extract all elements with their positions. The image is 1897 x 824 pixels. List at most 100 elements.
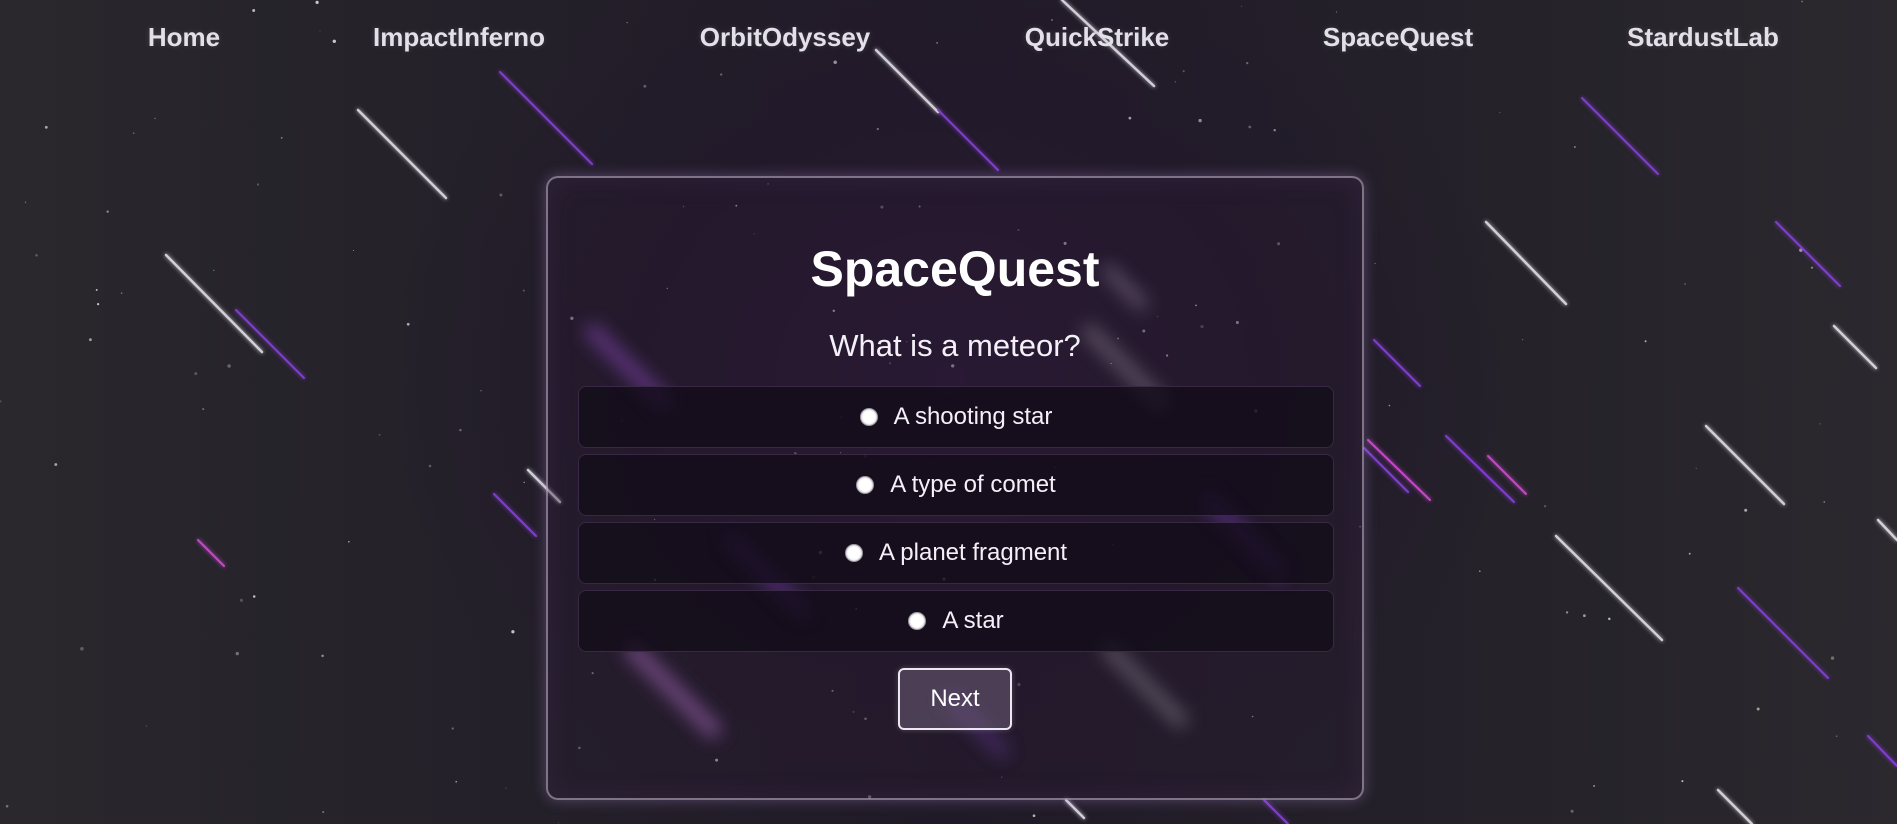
star: [24, 201, 27, 203]
star: [406, 322, 410, 326]
star: [1819, 423, 1821, 425]
meteor-streak: [1484, 220, 1568, 306]
star: [89, 338, 92, 342]
meteor-streak: [1487, 455, 1527, 495]
star: [523, 481, 525, 484]
star: [239, 598, 244, 602]
star: [1695, 467, 1697, 470]
star: [133, 132, 135, 134]
meteor-streak: [1716, 788, 1754, 824]
top-nav: Home ImpactInferno OrbitOdyssey QuickStr…: [0, 0, 1897, 78]
star: [35, 254, 38, 257]
star: [451, 727, 454, 730]
star: [1810, 266, 1814, 269]
star: [321, 654, 324, 658]
star: [1744, 508, 1748, 512]
star: [1543, 505, 1547, 508]
star: [1128, 116, 1132, 120]
star: [120, 292, 123, 294]
meteor-streak: [1263, 799, 1289, 824]
meteor-streak: [235, 309, 305, 379]
star: [54, 463, 58, 466]
star: [378, 433, 381, 436]
question-text: What is a meteor?: [829, 328, 1081, 363]
star: [1573, 146, 1576, 148]
star: [154, 117, 156, 120]
star: [1688, 552, 1691, 555]
star: [558, 822, 560, 824]
meteor-streak: [197, 539, 225, 567]
star: [480, 390, 482, 392]
nav-link-impactinferno[interactable]: ImpactInferno: [373, 22, 545, 53]
meteor-streak: [1775, 221, 1841, 287]
meteor-streak: [1867, 735, 1897, 767]
star: [145, 725, 148, 727]
star: [235, 651, 239, 656]
meteor-streak: [1581, 97, 1659, 175]
answer-option-label: A shooting star: [893, 403, 1053, 430]
star: [459, 428, 462, 432]
answer-option-comet[interactable]: A type of comet: [578, 454, 1334, 516]
answer-option-label: A star: [942, 607, 1004, 634]
quiz-title: SpaceQuest: [810, 241, 1100, 297]
nav-link-quickstrike[interactable]: QuickStrike: [1025, 22, 1170, 53]
star: [1593, 784, 1596, 788]
meteor-streak: [937, 109, 999, 171]
star: [499, 193, 503, 197]
star: [1583, 614, 1586, 618]
star: [80, 647, 84, 651]
star: [511, 630, 515, 634]
nav-link-spacequest[interactable]: SpaceQuest: [1323, 22, 1473, 53]
star: [194, 372, 198, 376]
next-button[interactable]: Next: [898, 668, 1012, 730]
meteor-streak: [164, 253, 264, 354]
star: [280, 137, 283, 139]
star: [1684, 283, 1686, 285]
radio-button[interactable]: [908, 612, 927, 630]
star: [1273, 128, 1276, 132]
star: [1835, 735, 1838, 737]
star: [1498, 111, 1501, 114]
star: [428, 464, 432, 468]
nav-link-orbitodyssey[interactable]: OrbitOdyssey: [700, 22, 871, 53]
radio-button[interactable]: [859, 408, 878, 426]
star: [1248, 125, 1252, 129]
answer-option-label: A type of comet: [890, 471, 1056, 498]
nav-link-home[interactable]: Home: [148, 22, 220, 53]
star: [252, 595, 256, 598]
radio-button[interactable]: [856, 476, 875, 494]
star: [505, 787, 507, 789]
star: [1570, 809, 1574, 813]
star: [1521, 338, 1524, 341]
meteor-streak: [1363, 447, 1409, 493]
meteor-streak: [1367, 439, 1431, 501]
meteor-streak: [1445, 435, 1515, 503]
star: [227, 364, 231, 368]
star: [106, 210, 109, 213]
star: [96, 302, 100, 306]
meteor-streak: [356, 108, 448, 200]
star: [1479, 570, 1481, 572]
star: [1174, 81, 1177, 83]
nav-link-stardustlab[interactable]: StardustLab: [1627, 22, 1779, 53]
star: [1032, 814, 1036, 818]
star: [322, 811, 325, 814]
star: [1644, 340, 1647, 343]
star: [643, 84, 647, 88]
star: [44, 125, 48, 129]
meteor-streak: [493, 493, 537, 537]
star: [1830, 656, 1835, 660]
meteor-streak: [1554, 534, 1664, 642]
answer-option-shooting-star[interactable]: A shooting star: [578, 386, 1334, 448]
quiz-card: SpaceQuest What is a meteor? A shooting …: [546, 176, 1364, 800]
radio-button[interactable]: [844, 544, 863, 562]
answer-option-star[interactable]: A star: [578, 590, 1334, 652]
star: [1608, 617, 1611, 621]
meteor-streak: [1064, 798, 1086, 820]
answer-option-planet-fragment[interactable]: A planet fragment: [578, 522, 1334, 584]
star: [213, 269, 215, 272]
meteor-streak: [1832, 324, 1878, 370]
star: [1388, 404, 1391, 407]
meteor-streak: [1876, 518, 1897, 542]
star: [95, 288, 98, 291]
